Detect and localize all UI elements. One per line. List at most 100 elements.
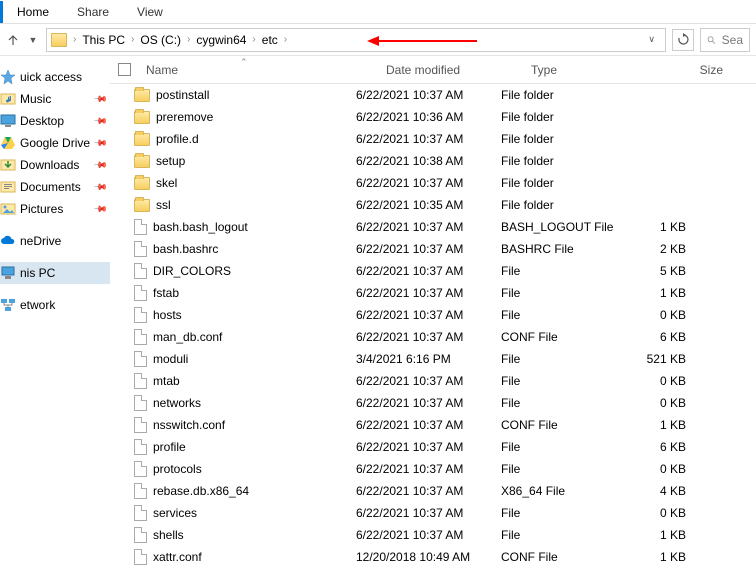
file-icon (134, 263, 147, 279)
nav-item-google-drive[interactable]: Google Drive📌 (0, 132, 110, 154)
file-date: 6/22/2021 10:37 AM (350, 262, 495, 280)
folder-icon (51, 33, 67, 47)
file-row[interactable]: profile6/22/2021 10:37 AMFile6 KB (110, 436, 756, 458)
pin-icon: 📌 (93, 135, 109, 151)
file-name: preremove (156, 110, 213, 124)
search-input[interactable]: Sea (700, 28, 750, 52)
crumb-this-pc[interactable]: This PC (78, 31, 129, 49)
column-name[interactable]: Name⌃ (140, 59, 380, 81)
chevron-down-icon[interactable]: ∨ (648, 34, 655, 45)
file-type: File (495, 284, 615, 302)
file-row[interactable]: profile.d6/22/2021 10:37 AMFile folder (110, 128, 756, 150)
file-icon (134, 373, 147, 389)
file-row[interactable]: man_db.conf6/22/2021 10:37 AMCONF File6 … (110, 326, 756, 348)
file-icon (134, 549, 147, 565)
select-all-checkbox[interactable] (118, 63, 131, 76)
file-row[interactable]: mtab6/22/2021 10:37 AMFile0 KB (110, 370, 756, 392)
file-name-cell: networks (110, 393, 350, 413)
crumb-etc[interactable]: etc (258, 31, 282, 49)
folder-icon (134, 177, 150, 190)
nav-item-nedrive[interactable]: neDrive (0, 230, 110, 252)
file-name-cell: bash.bash_logout (110, 217, 350, 237)
file-name-cell: moduli (110, 349, 350, 369)
file-name: hosts (153, 308, 182, 322)
ribbon-tab-view[interactable]: View (123, 1, 177, 23)
nav-item-desktop[interactable]: Desktop📌 (0, 110, 110, 132)
file-row[interactable]: bash.bash_logout6/22/2021 10:37 AMBASH_L… (110, 216, 756, 238)
file-row[interactable]: setup6/22/2021 10:38 AMFile folder (110, 150, 756, 172)
file-type: File (495, 372, 615, 390)
file-size: 0 KB (615, 504, 700, 522)
file-type: BASH_LOGOUT File (495, 218, 615, 236)
file-name: postinstall (156, 88, 209, 102)
file-size (615, 137, 700, 141)
file-name: xattr.conf (153, 550, 202, 564)
file-row[interactable]: hosts6/22/2021 10:37 AMFile0 KB (110, 304, 756, 326)
column-date[interactable]: Date modified (380, 59, 525, 81)
nav-item-nis-pc[interactable]: nis PC (0, 262, 110, 284)
nav-item-documents[interactable]: Documents📌 (0, 176, 110, 198)
file-icon (134, 241, 147, 257)
nav-item-downloads[interactable]: Downloads📌 (0, 154, 110, 176)
folder-icon (134, 89, 150, 102)
file-type: BASHRC File (495, 240, 615, 258)
file-row[interactable]: postinstall6/22/2021 10:37 AMFile folder (110, 84, 756, 106)
file-size: 2 KB (615, 240, 700, 258)
file-row[interactable]: nsswitch.conf6/22/2021 10:37 AMCONF File… (110, 414, 756, 436)
file-row[interactable]: xattr.conf12/20/2018 10:49 AMCONF File1 … (110, 546, 756, 568)
nav-label: Pictures (20, 202, 63, 216)
nav-item-uick-access[interactable]: uick access (0, 66, 110, 88)
column-checkbox[interactable] (110, 59, 140, 80)
nav-label: etwork (20, 298, 55, 312)
file-type: File (495, 262, 615, 280)
file-row[interactable]: shells6/22/2021 10:37 AMFile1 KB (110, 524, 756, 546)
file-row[interactable]: fstab6/22/2021 10:37 AMFile1 KB (110, 282, 756, 304)
address-bar: ▼ › This PC › OS (C:) › cygwin64 › etc ›… (0, 24, 756, 56)
file-size: 0 KB (615, 394, 700, 412)
column-size[interactable]: Size (645, 59, 730, 81)
ribbon-tab-share[interactable]: Share (63, 1, 123, 23)
file-date: 6/22/2021 10:37 AM (350, 306, 495, 324)
cloud-icon (0, 233, 16, 249)
file-name: DIR_COLORS (153, 264, 231, 278)
nav-item-etwork[interactable]: etwork (0, 294, 110, 316)
nav-item-pictures[interactable]: Pictures📌 (0, 198, 110, 220)
file-name: services (153, 506, 197, 520)
file-row[interactable]: rebase.db.x86_646/22/2021 10:37 AMX86_64… (110, 480, 756, 502)
file-name-cell: shells (110, 525, 350, 545)
nav-item-music[interactable]: Music📌 (0, 88, 110, 110)
file-row[interactable]: services 6/22/2021 10:37 AMFile0 KB (110, 502, 756, 524)
file-type: File (495, 438, 615, 456)
crumb-drive[interactable]: OS (C:) (136, 31, 185, 49)
file-name-cell: man_db.conf (110, 327, 350, 347)
annotation-arrow (367, 34, 477, 48)
file-date: 6/22/2021 10:37 AM (350, 328, 495, 346)
file-type: File folder (495, 196, 615, 214)
file-row[interactable]: skel6/22/2021 10:37 AMFile folder (110, 172, 756, 194)
file-row[interactable]: ssl6/22/2021 10:35 AMFile folder (110, 194, 756, 216)
file-type: CONF File (495, 416, 615, 434)
chevron-right-icon: › (187, 34, 190, 45)
file-row[interactable]: networks6/22/2021 10:37 AMFile0 KB (110, 392, 756, 414)
file-row[interactable]: bash.bashrc6/22/2021 10:37 AMBASHRC File… (110, 238, 756, 260)
file-date: 6/22/2021 10:37 AM (350, 504, 495, 522)
refresh-button[interactable] (672, 29, 694, 51)
breadcrumb-bar[interactable]: › This PC › OS (C:) › cygwin64 › etc › ∨ (46, 28, 666, 52)
up-button[interactable] (6, 33, 20, 47)
history-dropdown[interactable]: ▼ (26, 33, 40, 47)
file-row[interactable]: DIR_COLORS6/22/2021 10:37 AMFile5 KB (110, 260, 756, 282)
ribbon-tab-home[interactable]: Home (0, 1, 63, 23)
file-icon (134, 417, 147, 433)
crumb-cygwin64[interactable]: cygwin64 (192, 31, 250, 49)
file-row[interactable]: protocols6/22/2021 10:37 AMFile0 KB (110, 458, 756, 480)
file-size: 1 KB (615, 218, 700, 236)
file-name: nsswitch.conf (153, 418, 225, 432)
file-row[interactable]: moduli3/4/2021 6:16 PMFile521 KB (110, 348, 756, 370)
column-type[interactable]: Type (525, 59, 645, 81)
file-row[interactable]: preremove6/22/2021 10:36 AMFile folder (110, 106, 756, 128)
pin-icon: 📌 (93, 113, 109, 129)
file-name: skel (156, 176, 177, 190)
file-type: File (495, 394, 615, 412)
file-type: File (495, 504, 615, 522)
music-icon (0, 91, 16, 107)
